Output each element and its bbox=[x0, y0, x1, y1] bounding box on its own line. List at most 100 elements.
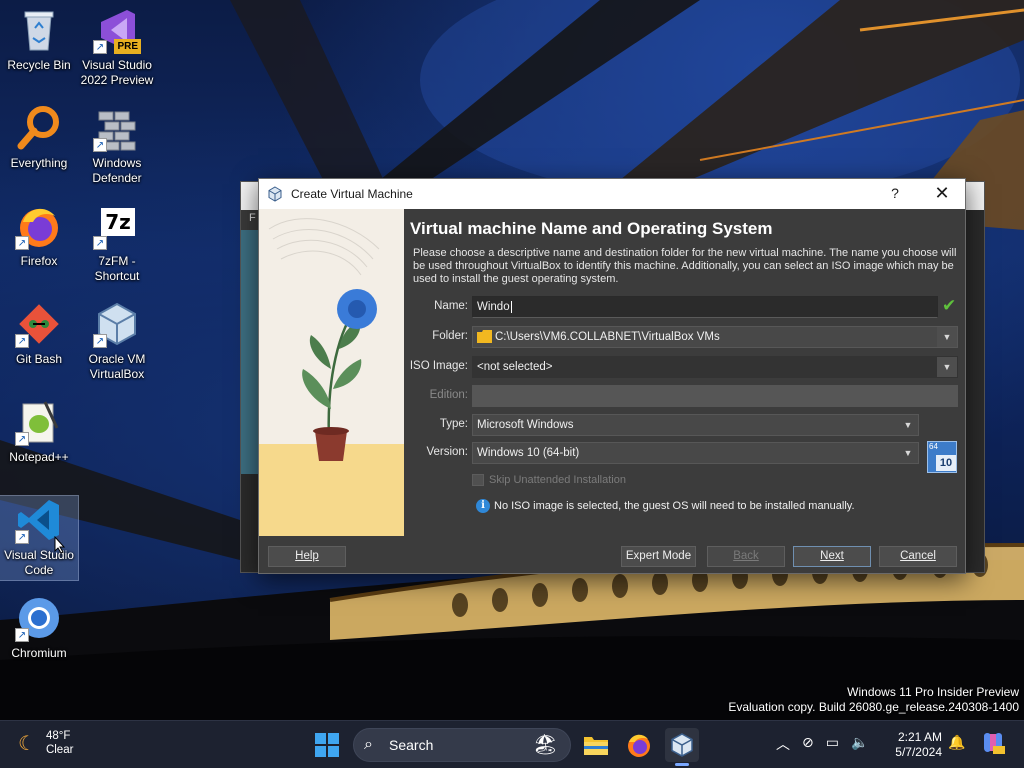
taskbar: ☾ 48°F Clear ⌕ Search 🏖 ︿ ⊘ ▭ 🔈 2:21 AM … bbox=[0, 720, 1024, 768]
desktop-icon-label: Windows Defender bbox=[92, 156, 142, 185]
desktop-icon-label: Visual Studio 2022 Preview bbox=[80, 58, 154, 87]
help-button[interactable]: Help bbox=[268, 546, 346, 567]
type-label: Type: bbox=[439, 418, 468, 430]
manager-toolbar bbox=[241, 230, 259, 474]
shortcut-arrow-icon: ↗ bbox=[15, 432, 29, 446]
desktop-icon-visual-studio-code[interactable]: ↗ Visual Studio Code bbox=[0, 495, 79, 581]
folder-icon bbox=[477, 330, 492, 343]
info-icon: i bbox=[476, 499, 490, 513]
skip-unattended-label: Skip Unattended Installation bbox=[489, 474, 626, 486]
create-vm-dialog: Create Virtual Machine ? ✕ Virtual machi… bbox=[258, 178, 966, 574]
iso-info-message: i No ISO image is selected, the guest OS… bbox=[476, 499, 855, 513]
back-button: Back bbox=[707, 546, 785, 567]
chevron-down-icon[interactable]: ▼ bbox=[937, 357, 957, 377]
name-valid-check-icon: ✔ bbox=[942, 296, 957, 315]
dialog-titlebar: Create Virtual Machine ? ✕ bbox=[259, 179, 965, 209]
shortcut-arrow-icon: ↗ bbox=[15, 530, 29, 544]
desktop-icon-visual-studio-2022-preview[interactable]: PRE ↗ Visual Studio 2022 Preview bbox=[78, 6, 156, 88]
desktop-icon-label: Visual Studio Code bbox=[4, 548, 74, 577]
edition-label: Edition: bbox=[429, 389, 468, 401]
desktop-icon-git-bash[interactable]: ↗ Git Bash bbox=[0, 300, 78, 367]
type-row: Type: Microsoft Windows ▼ bbox=[404, 414, 965, 436]
iso-image-combobox[interactable]: <not selected> ▼ bbox=[472, 356, 958, 378]
desktop-icon-firefox[interactable]: ↗ Firefox bbox=[0, 202, 78, 269]
visual-studio-icon: PRE ↗ bbox=[93, 6, 141, 54]
desktop-icon-notepad-plus-plus[interactable]: ↗ Notepad++ bbox=[0, 398, 78, 465]
chevron-down-icon[interactable]: ▼ bbox=[898, 415, 918, 435]
wizard-page: Virtual machine Name and Operating Syste… bbox=[404, 209, 965, 536]
name-input[interactable]: Windo bbox=[472, 296, 938, 318]
taskbar-virtualbox[interactable] bbox=[665, 728, 699, 766]
desktop-icon-recycle-bin[interactable]: Recycle Bin bbox=[0, 6, 78, 73]
manager-menu[interactable]: F bbox=[241, 210, 259, 230]
desktop-icon-oracle-vm-virtualbox[interactable]: ↗ Oracle VM VirtualBox bbox=[78, 300, 156, 382]
desktop-icon-label: Notepad++ bbox=[9, 450, 69, 464]
expert-mode-button[interactable]: Expert Mode bbox=[621, 546, 696, 567]
taskbar-firefox[interactable] bbox=[622, 728, 656, 762]
chevron-down-icon[interactable]: ▼ bbox=[898, 443, 918, 463]
windows-watermark: Windows 11 Pro Insider Preview Evaluatio… bbox=[728, 685, 1019, 714]
version-combobox[interactable]: Windows 10 (64-bit) ▼ bbox=[472, 442, 919, 464]
firefox-icon: ↗ bbox=[15, 202, 63, 250]
type-combobox[interactable]: Microsoft Windows ▼ bbox=[472, 414, 919, 436]
windows-start-icon[interactable] bbox=[315, 733, 339, 757]
dialog-body: Virtual machine Name and Operating Syste… bbox=[259, 209, 965, 536]
edition-row: Edition: bbox=[404, 385, 965, 407]
desktop-icon-chromium[interactable]: ↗ Chromium bbox=[0, 594, 78, 661]
taskbar-clock[interactable]: 2:21 AM 5/7/2024 bbox=[886, 730, 942, 760]
chromium-icon: ↗ bbox=[15, 594, 63, 642]
folder-label: Folder: bbox=[432, 330, 468, 342]
7zip-icon: 7z ↗ bbox=[93, 202, 141, 250]
notification-bell-icon[interactable]: 🔔 bbox=[948, 734, 965, 751]
taskbar-file-explorer[interactable] bbox=[579, 728, 613, 762]
name-label: Name: bbox=[434, 300, 468, 312]
dialog-title: Create Virtual Machine bbox=[291, 187, 413, 201]
desktop-icon-label: Everything bbox=[10, 156, 68, 170]
file-explorer-icon bbox=[584, 737, 608, 755]
edition-combobox bbox=[472, 385, 958, 407]
chevron-up-icon[interactable]: ︿ bbox=[776, 734, 790, 754]
everything-magnifier-icon bbox=[15, 104, 63, 152]
shortcut-arrow-icon: ↗ bbox=[93, 40, 107, 54]
firefox-icon bbox=[628, 734, 650, 757]
weather-widget[interactable]: ☾ 48°F Clear bbox=[18, 729, 73, 757]
shortcut-arrow-icon: ↗ bbox=[15, 628, 29, 642]
iso-row: ISO Image: <not selected> ▼ bbox=[404, 356, 965, 378]
close-icon[interactable]: ✕ bbox=[931, 183, 953, 204]
folder-combobox[interactable]: C:\Users\VM6.COLLABNET\VirtualBox VMs ▼ bbox=[472, 326, 958, 348]
folder-row: Folder: C:\Users\VM6.COLLABNET\VirtualBo… bbox=[404, 326, 965, 348]
virtualbox-icon: ↗ bbox=[93, 300, 141, 348]
system-tray: ︿ ⊘ ▭ 🔈 bbox=[770, 734, 874, 754]
chevron-down-icon[interactable]: ▼ bbox=[937, 327, 957, 347]
shortcut-arrow-icon: ↗ bbox=[93, 236, 107, 250]
volume-icon[interactable]: 🔈 bbox=[851, 734, 868, 754]
display-icon[interactable]: ▭ bbox=[826, 734, 839, 754]
network-off-icon[interactable]: ⊘ bbox=[802, 734, 814, 754]
desktop-icon-7zfm-shortcut[interactable]: 7z ↗ 7zFM - Shortcut bbox=[78, 202, 156, 284]
desktop-icon-everything[interactable]: Everything bbox=[0, 104, 78, 171]
desktop-icon-label: Oracle VM VirtualBox bbox=[88, 352, 146, 381]
weather-temp: 48°F bbox=[45, 730, 71, 742]
virtualbox-small-icon bbox=[268, 186, 282, 202]
dialog-footer: Help Expert Mode Back Next Cancel bbox=[259, 536, 965, 573]
taskbar-search-box[interactable]: ⌕ Search 🏖 bbox=[353, 728, 571, 762]
next-button[interactable]: Next bbox=[793, 546, 871, 567]
version-row: Version: Windows 10 (64-bit) ▼ bbox=[404, 442, 965, 464]
name-row: Name: Windo ✔ bbox=[404, 296, 965, 318]
copilot-icon[interactable] bbox=[980, 730, 1006, 756]
search-highlight-icon: 🏖 bbox=[532, 734, 558, 756]
cancel-button[interactable]: Cancel bbox=[879, 546, 957, 567]
shortcut-arrow-icon: ↗ bbox=[93, 138, 107, 152]
skip-unattended-checkbox: Skip Unattended Installation bbox=[472, 474, 626, 486]
wizard-illustration bbox=[259, 209, 404, 536]
virtualbox-icon bbox=[671, 733, 693, 757]
help-question-icon[interactable]: ? bbox=[885, 185, 905, 201]
desktop-icon-label: Git Bash bbox=[15, 352, 63, 366]
search-icon: ⌕ bbox=[364, 736, 373, 753]
page-description: Please choose a descriptive name and des… bbox=[413, 247, 957, 285]
desktop-icon-windows-defender[interactable]: ↗ Windows Defender bbox=[78, 104, 156, 186]
mouse-cursor-icon bbox=[54, 536, 66, 554]
preview-badge: PRE bbox=[114, 39, 141, 54]
version-label: Version: bbox=[426, 446, 468, 458]
shortcut-arrow-icon: ↗ bbox=[15, 334, 29, 348]
